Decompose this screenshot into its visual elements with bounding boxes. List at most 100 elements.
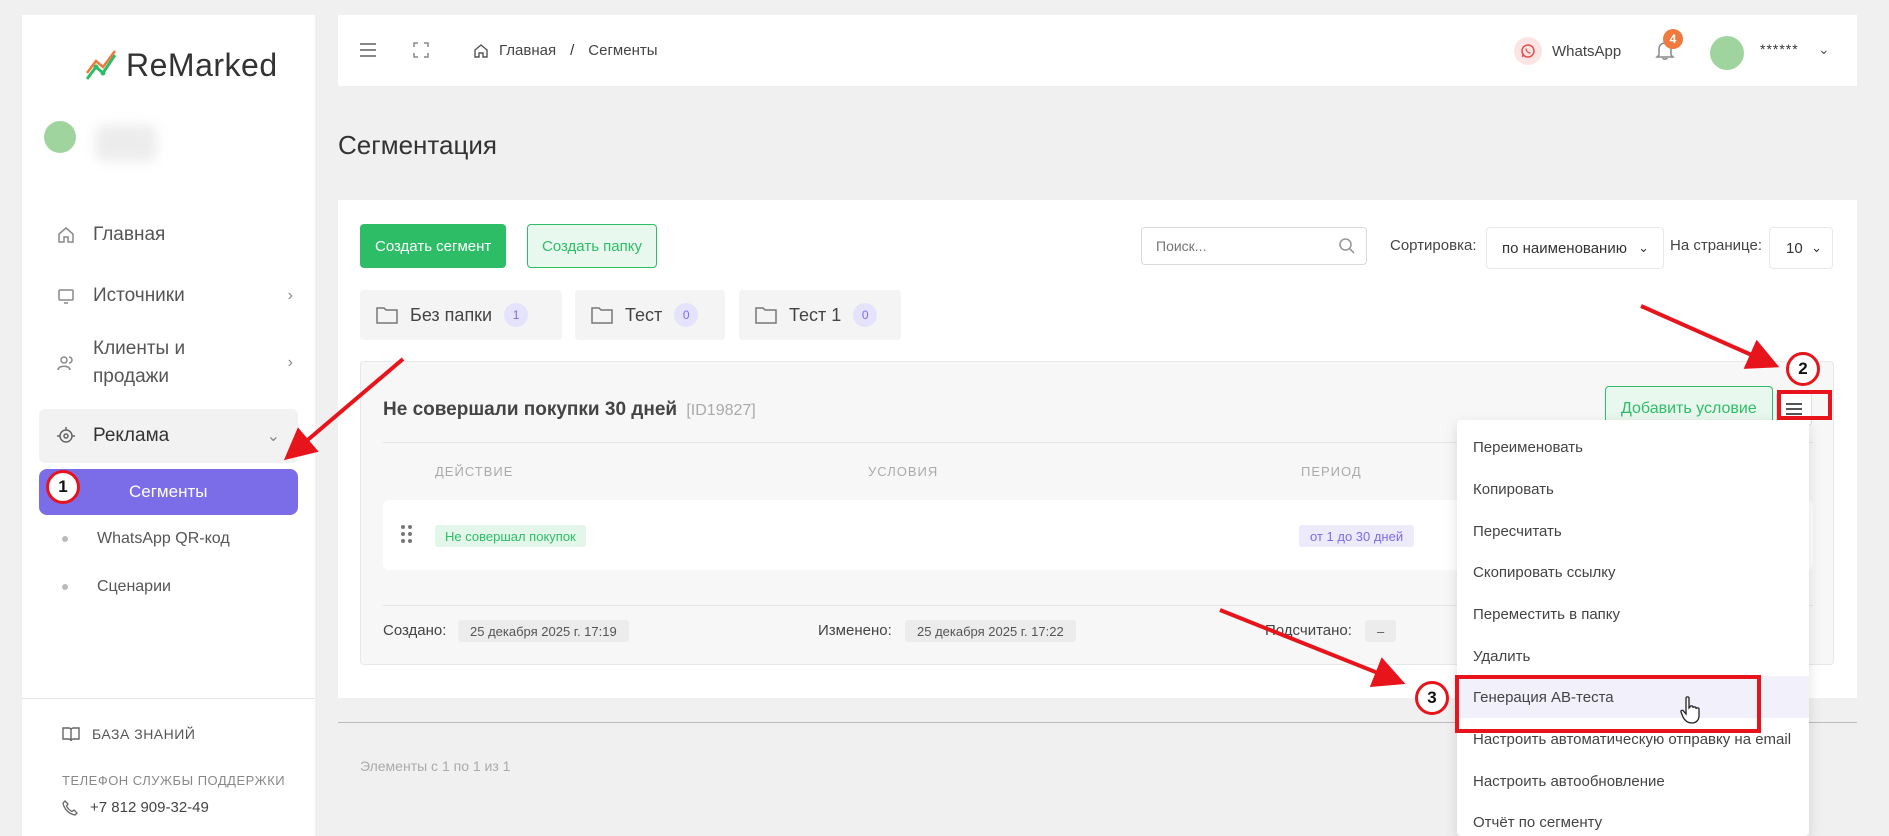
highlight-ab-test <box>1455 675 1761 733</box>
modified-value: 25 декабря 2025 г. 17:22 <box>905 620 1076 642</box>
brand-name: ReMarked <box>126 47 278 83</box>
folder-count: 0 <box>853 303 878 327</box>
sidebar: ReMarked Главная Источники › Клиенты и п… <box>22 15 315 836</box>
counted-label: Подсчитано: <box>1265 622 1352 639</box>
menu-item-move-to-folder[interactable]: Переместить в папку <box>1473 606 1620 623</box>
folder-name: Без папки <box>410 304 493 325</box>
sidebar-subitem-label: WhatsApp QR-код <box>97 530 230 547</box>
user-name[interactable]: ****** <box>1760 41 1799 57</box>
sidebar-avatar[interactable] <box>44 121 76 153</box>
target-icon <box>57 427 75 445</box>
sidebar-item-label: Главная <box>93 224 166 245</box>
folder-icon <box>755 307 777 324</box>
sort-label: Сортировка: <box>1390 237 1477 254</box>
sidebar-user-name-blurred <box>96 125 156 161</box>
create-folder-button[interactable]: Создать папку <box>527 224 657 268</box>
whatsapp-icon <box>1514 37 1542 65</box>
menu-item-delete[interactable]: Удалить <box>1473 648 1530 665</box>
period-tag: от 1 до 30 дней <box>1299 525 1415 547</box>
per-page-label: На странице: <box>1670 237 1762 254</box>
drag-handle-icon[interactable] <box>401 525 412 543</box>
create-segment-button[interactable]: Создать сегмент <box>360 224 507 268</box>
highlight-menu-button <box>1777 390 1832 420</box>
menu-item-auto-update[interactable]: Настроить автообновление <box>1473 773 1665 790</box>
created-value: 25 декабря 2025 г. 17:19 <box>458 620 629 642</box>
page-title: Сегментация <box>338 130 497 160</box>
sidebar-item-sources[interactable]: Источники › <box>22 274 315 318</box>
hand-cursor-icon <box>1680 696 1700 724</box>
folder-name: Тест <box>625 304 663 325</box>
sidebar-item-label-line2: продажи <box>93 366 169 387</box>
brand-logo[interactable]: ReMarked <box>84 47 278 84</box>
top-header: Главная / Сегменты WhatsApp 4 ****** ⌄ <box>338 15 1857 86</box>
per-page-value: 10 <box>1786 239 1803 257</box>
sidebar-item-label: Источники <box>93 285 185 306</box>
menu-item-auto-email[interactable]: Настроить автоматическую отправку на ema… <box>1473 731 1791 748</box>
chevron-right-icon: › <box>287 287 293 304</box>
whatsapp-button[interactable]: WhatsApp <box>1514 37 1621 65</box>
users-icon <box>57 354 75 372</box>
sidebar-nav: Главная Источники › Клиенты и продажи › … <box>22 213 315 611</box>
menu-item-segment-report[interactable]: Отчёт по сегменту <box>1473 814 1602 831</box>
user-avatar[interactable] <box>1710 36 1744 70</box>
segment-title: Не совершали покупки 30 дней [ID19827] <box>383 399 756 421</box>
folder-icon <box>376 307 398 324</box>
sort-select[interactable]: по наименованию ⌄ <box>1486 227 1664 269</box>
phone-icon <box>62 799 78 816</box>
segment-id: [ID19827] <box>686 402 756 419</box>
breadcrumb-home[interactable]: Главная <box>499 42 556 59</box>
folder-name: Тест 1 <box>789 304 842 325</box>
monitor-icon <box>57 287 75 305</box>
column-header-period: ПЕРИОД <box>1301 464 1362 479</box>
chevron-down-icon: ⌄ <box>266 428 280 445</box>
folder-count: 0 <box>674 303 699 327</box>
sidebar-item-advertising[interactable]: Реклама ⌄ <box>39 409 298 463</box>
chevron-right-icon: › <box>287 354 293 371</box>
menu-item-copy[interactable]: Копировать <box>1473 481 1554 498</box>
sidebar-item-label-line1: Клиенты и <box>93 338 186 359</box>
search-icon[interactable] <box>1338 237 1356 255</box>
book-icon <box>62 727 80 742</box>
support-phone[interactable]: +7 812 909-32-49 <box>62 799 209 816</box>
logo-icon <box>85 49 117 80</box>
whatsapp-label: WhatsApp <box>1552 42 1622 60</box>
sidebar-subitem-whatsapp-qr[interactable]: WhatsApp QR-код <box>22 515 315 563</box>
menu-item-recalculate[interactable]: Пересчитать <box>1473 523 1562 540</box>
fullscreen-icon[interactable] <box>413 42 429 58</box>
menu-item-rename[interactable]: Переименовать <box>1473 439 1583 456</box>
folder-tab-no-folder[interactable]: Без папки 1 <box>360 290 562 340</box>
created-label: Создано: <box>383 622 447 639</box>
breadcrumb-current: Сегменты <box>588 42 658 59</box>
sidebar-footer: БАЗА ЗНАНИЙ ТЕЛЕФОН СЛУЖБЫ ПОДДЕРЖКИ +7 … <box>22 698 315 816</box>
chevron-down-icon: ⌄ <box>1638 240 1649 255</box>
sidebar-item-clients-sales[interactable]: Клиенты и продажи › <box>22 331 315 395</box>
knowledge-base-link[interactable]: БАЗА ЗНАНИЙ <box>62 726 195 742</box>
home-icon[interactable] <box>473 43 489 59</box>
segment-name: Не совершали покупки 30 дней <box>383 399 678 420</box>
modified-label: Изменено: <box>818 622 892 639</box>
sidebar-subitem-label: Сценарии <box>97 578 171 595</box>
folder-tab-test[interactable]: Тест 0 <box>575 290 725 340</box>
per-page-select[interactable]: 10 ⌄ <box>1769 227 1833 269</box>
sidebar-item-label: Реклама <box>93 425 170 446</box>
sidebar-subitem-scenarios[interactable]: Сценарии <box>22 563 315 611</box>
menu-item-copy-link[interactable]: Скопировать ссылку <box>1473 564 1616 581</box>
step-badge-3: 3 <box>1415 681 1449 715</box>
folder-icon <box>591 307 613 324</box>
action-tag: Не совершал покупок <box>435 525 586 547</box>
folder-tab-test-1[interactable]: Тест 1 0 <box>739 290 901 340</box>
pagination-info: Элементы с 1 по 1 из 1 <box>360 758 511 774</box>
chevron-down-icon: ⌄ <box>1811 240 1822 255</box>
search-input[interactable] <box>1142 228 1322 264</box>
sidebar-item-home[interactable]: Главная <box>22 213 315 257</box>
notifications-badge: 4 <box>1663 29 1683 49</box>
search-box <box>1141 227 1367 265</box>
support-phone-label: ТЕЛЕФОН СЛУЖБЫ ПОДДЕРЖКИ <box>62 773 286 788</box>
breadcrumb: Главная / Сегменты <box>473 42 658 59</box>
home-icon <box>57 226 75 244</box>
knowledge-base-label: БАЗА ЗНАНИЙ <box>92 726 196 742</box>
menu-toggle-icon[interactable] <box>360 43 376 57</box>
chevron-down-icon[interactable]: ⌄ <box>1818 41 1830 58</box>
counted-value: – <box>1365 620 1397 642</box>
support-phone-number: +7 812 909-32-49 <box>90 799 209 816</box>
